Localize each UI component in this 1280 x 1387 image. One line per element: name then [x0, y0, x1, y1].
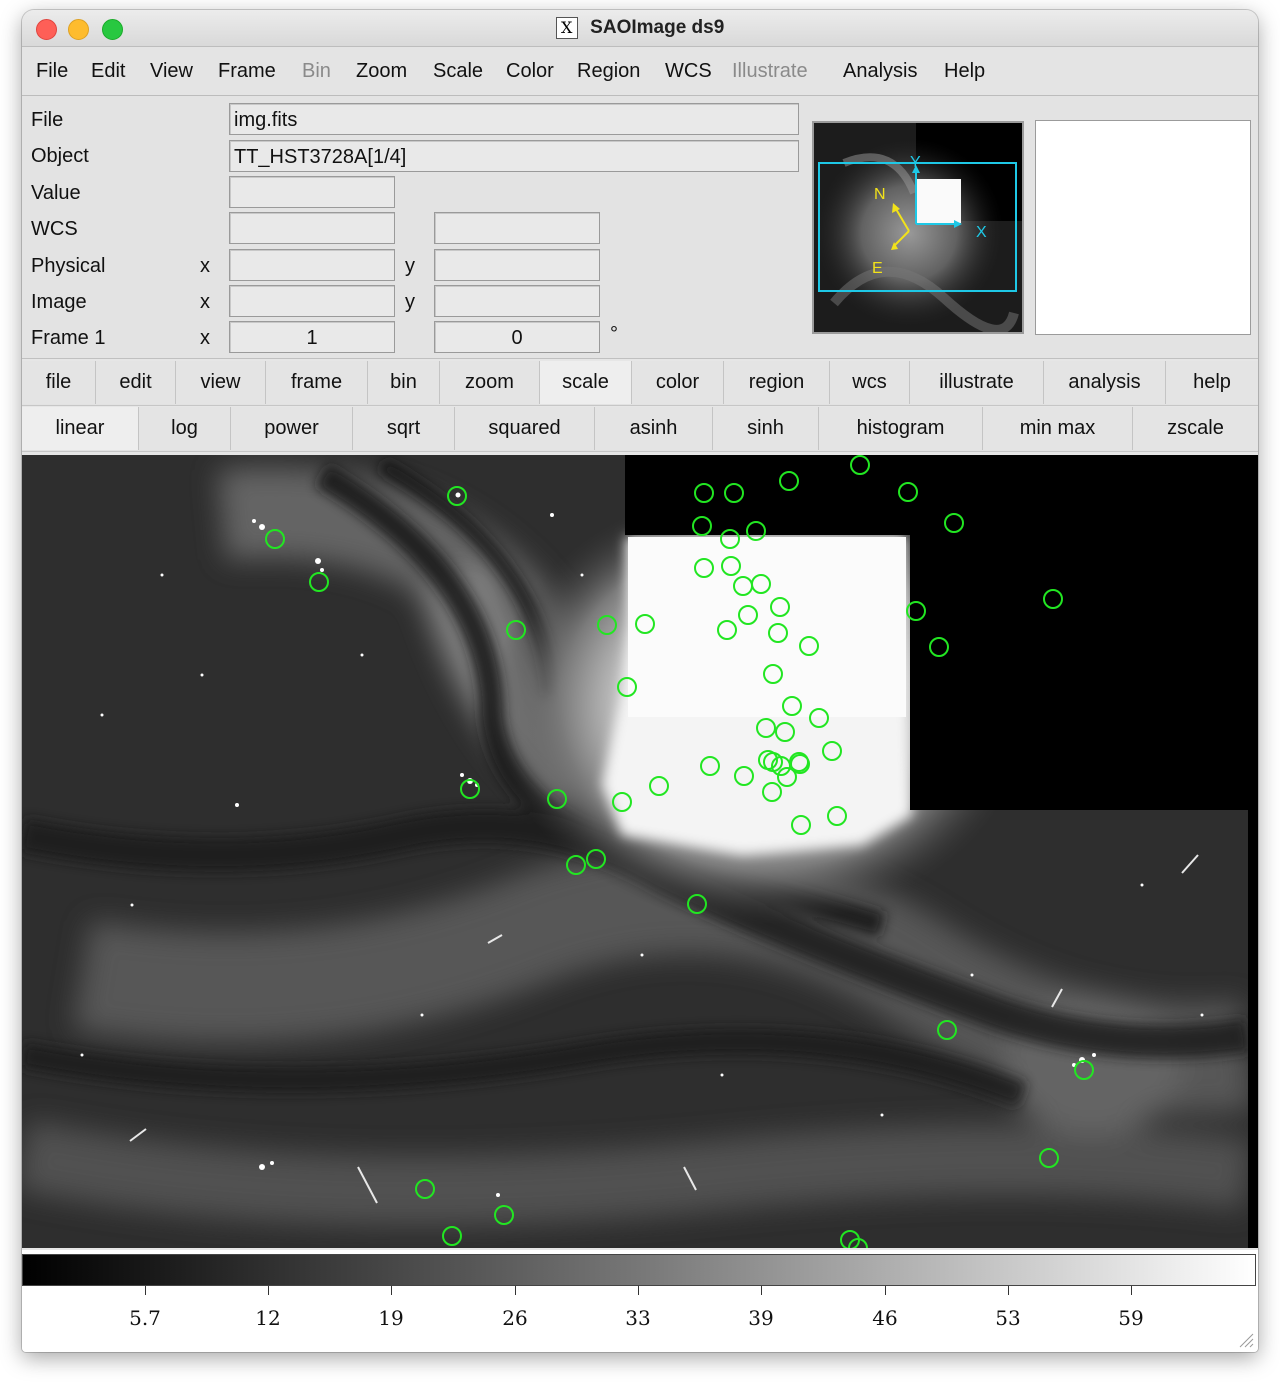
wcs-field-1 [229, 212, 395, 244]
panner[interactable]: N E X Y [812, 121, 1024, 334]
value-label: Value [31, 182, 81, 204]
file-field: img.fits [229, 103, 799, 135]
scale-log[interactable]: log [139, 407, 231, 450]
file-label: File [31, 109, 64, 131]
window-title: SAOImage ds9 [590, 17, 725, 38]
scale-power[interactable]: power [231, 407, 353, 450]
colorbar-label: 59 [1118, 1306, 1144, 1330]
frame-x-label: x [200, 327, 210, 349]
colorbar-label: 46 [872, 1306, 898, 1330]
menu-scale[interactable]: Scale [433, 60, 483, 83]
image-y-field [434, 285, 600, 317]
colorbar-label: 39 [748, 1306, 774, 1330]
physical-x-label: x [200, 255, 210, 277]
axis-x-label: X [976, 224, 987, 241]
frame-label: Frame 1 [31, 327, 106, 349]
colorbar-tick [1008, 1286, 1009, 1295]
image-x-field [229, 285, 395, 317]
scale-histogram[interactable]: histogram [819, 407, 983, 450]
object-label: Object [31, 145, 89, 167]
colorbar-panel: 5.7 12 19 26 33 39 46 53 59 [22, 1250, 1258, 1352]
menu-edit[interactable]: Edit [91, 60, 125, 83]
title-bar: X SAOImage ds9 [22, 10, 1258, 47]
colorbar-tick [391, 1286, 392, 1295]
scale-sinh[interactable]: sinh [713, 407, 819, 450]
image-label: Image [31, 291, 87, 313]
wcs-field-2 [434, 212, 600, 244]
image-frame[interactable] [22, 455, 1258, 1248]
frame-x-field: 1 [229, 321, 395, 353]
scale-squared[interactable]: squared [455, 407, 595, 450]
object-field: TT_HST3728A[1/4] [229, 140, 799, 172]
button-bar: file edit view frame bin zoom scale colo… [22, 361, 1258, 406]
x11-icon: X [555, 17, 578, 39]
colorbar-tick [638, 1286, 639, 1295]
image-x-label: x [200, 291, 210, 313]
scale-button-bar: linear log power sqrt squared asinh sinh… [22, 407, 1258, 452]
panner-thumbnail: N E X Y [814, 123, 1022, 332]
button-bin[interactable]: bin [368, 361, 440, 404]
magnifier [1035, 120, 1251, 335]
button-zoom[interactable]: zoom [440, 361, 540, 404]
scale-min-max[interactable]: min max [983, 407, 1133, 450]
button-scale[interactable]: scale [540, 361, 632, 404]
frame-y-field: 0 [434, 321, 600, 353]
axis-y-label: Y [910, 154, 921, 171]
menu-bin: Bin [302, 60, 331, 82]
physical-label: Physical [31, 255, 106, 277]
menu-help[interactable]: Help [944, 60, 985, 83]
menu-analysis[interactable]: Analysis [843, 60, 917, 83]
button-help[interactable]: help [1166, 361, 1258, 404]
image-y-label: y [405, 291, 415, 313]
compass-e-label: E [872, 260, 883, 277]
colorbar-tick [761, 1286, 762, 1295]
resize-grip-icon[interactable] [1236, 1330, 1254, 1348]
degree-unit: ° [610, 323, 618, 345]
scale-zscale[interactable]: zscale [1133, 407, 1258, 450]
galaxy-image [22, 455, 1258, 1248]
menu-file[interactable]: File [36, 60, 68, 83]
menu-illustrate: Illustrate [732, 60, 808, 82]
button-wcs[interactable]: wcs [830, 361, 910, 404]
colorbar-tick [145, 1286, 146, 1295]
menu-view[interactable]: View [150, 60, 193, 83]
button-illustrate[interactable]: illustrate [910, 361, 1044, 404]
colorbar-tick [268, 1286, 269, 1295]
button-file[interactable]: file [22, 361, 96, 404]
scale-asinh[interactable]: asinh [595, 407, 713, 450]
colorbar[interactable] [22, 1254, 1256, 1286]
button-color[interactable]: color [632, 361, 724, 404]
physical-y-field [434, 249, 600, 281]
menu-bar: File Edit View Frame Bin Zoom Scale Colo… [22, 47, 1258, 96]
menu-frame[interactable]: Frame [218, 60, 276, 83]
colorbar-label: 5.7 [129, 1306, 161, 1330]
menu-region[interactable]: Region [577, 60, 640, 83]
physical-y-label: y [405, 255, 415, 277]
button-frame[interactable]: frame [266, 361, 368, 404]
colorbar-tick [885, 1286, 886, 1295]
scale-linear[interactable]: linear [22, 407, 139, 450]
compass-n-label: N [874, 186, 886, 203]
colorbar-label: 12 [255, 1306, 281, 1330]
colorbar-label: 33 [625, 1306, 651, 1330]
scale-sqrt[interactable]: sqrt [353, 407, 455, 450]
menu-wcs[interactable]: WCS [665, 60, 712, 83]
ds9-window: X SAOImage ds9 File Edit View Frame Bin … [22, 10, 1258, 1352]
colorbar-label: 26 [502, 1306, 528, 1330]
button-edit[interactable]: edit [96, 361, 176, 404]
colorbar-label: 53 [995, 1306, 1021, 1330]
wcs-label: WCS [31, 218, 78, 240]
physical-x-field [229, 249, 395, 281]
menu-zoom[interactable]: Zoom [356, 60, 407, 83]
colorbar-label: 19 [378, 1306, 404, 1330]
menu-color[interactable]: Color [506, 60, 554, 83]
button-region[interactable]: region [724, 361, 830, 404]
value-field [229, 176, 395, 208]
colorbar-tick [515, 1286, 516, 1295]
button-analysis[interactable]: analysis [1044, 361, 1166, 404]
button-view[interactable]: view [176, 361, 266, 404]
colorbar-tick [1131, 1286, 1132, 1295]
